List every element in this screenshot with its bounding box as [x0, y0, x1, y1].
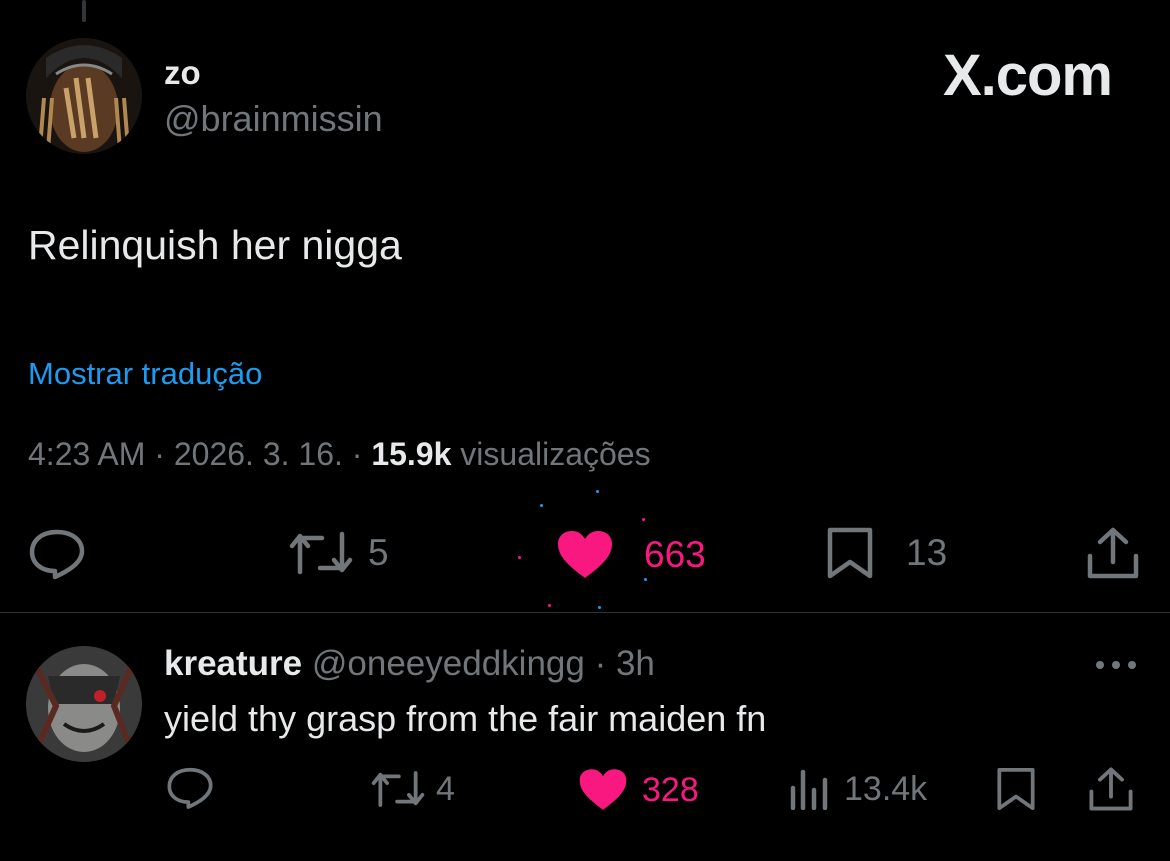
reply-author-avatar[interactable]	[26, 646, 142, 762]
share-icon	[1089, 767, 1133, 811]
reply-like-count: 328	[642, 770, 699, 809]
like-count: 663	[644, 534, 706, 575]
more-button[interactable]	[1094, 658, 1138, 676]
bookmark-icon	[827, 527, 873, 579]
reply-author-handle[interactable]: @oneeyeddkingg	[312, 644, 585, 683]
share-icon	[1087, 527, 1139, 579]
reply-retweet-button[interactable]: 4	[370, 768, 455, 810]
tweet-date[interactable]: 2026. 3. 16.	[174, 436, 343, 472]
reply-bookmark-button[interactable]	[996, 766, 1036, 812]
retweet-icon	[371, 771, 425, 807]
more-icon	[1096, 661, 1136, 669]
reply-time[interactable]: 3h	[616, 644, 655, 683]
heart-icon	[558, 531, 612, 578]
like-particle	[644, 578, 647, 581]
share-button[interactable]	[1086, 526, 1140, 580]
separator: ·	[584, 644, 616, 683]
thread-line	[82, 0, 86, 22]
heart-icon	[579, 769, 627, 810]
like-particle	[596, 490, 599, 493]
tweet-text: Relinquish her nigga	[28, 222, 402, 268]
translate-link[interactable]: Mostrar tradução	[28, 356, 262, 392]
author-handle[interactable]: @brainmissin	[164, 98, 383, 140]
reply-icon	[167, 767, 213, 809]
reply-icon	[29, 529, 85, 580]
reply-header: kreature @oneeyeddkingg · 3h	[164, 644, 655, 684]
reply-button[interactable]	[28, 528, 86, 580]
views-label: visualizações	[460, 436, 651, 472]
brand-watermark: X.com	[942, 43, 1113, 108]
reply-author-name[interactable]: kreature	[164, 644, 302, 683]
like-particle	[598, 606, 601, 609]
like-particle	[642, 518, 645, 521]
separator: ·	[154, 436, 165, 472]
like-button[interactable]: 663	[556, 530, 706, 580]
like-particle	[518, 556, 521, 559]
like-particle	[548, 604, 551, 607]
bookmark-count: 13	[906, 532, 948, 573]
bookmark-button[interactable]: 13	[826, 526, 947, 580]
reply-share-button[interactable]	[1088, 766, 1134, 812]
separator: ·	[351, 436, 363, 472]
author-avatar[interactable]	[26, 38, 142, 154]
reply-views-count: 13.4k	[844, 769, 928, 808]
views-count: 15.9k	[371, 436, 452, 472]
divider	[0, 612, 1170, 613]
reply-reply-button[interactable]	[166, 766, 214, 810]
reply-like-button[interactable]: 328	[578, 768, 699, 812]
tweet-time[interactable]: 4:23 AM	[28, 436, 145, 472]
retweet-count: 5	[368, 532, 389, 573]
reply-text: yield thy grasp from the fair maiden fn	[164, 698, 767, 739]
tweet-meta: 4:23 AM · 2026. 3. 16. · 15.9k visualiza…	[28, 436, 651, 473]
views-icon	[790, 769, 828, 810]
bookmark-icon	[997, 767, 1035, 811]
retweet-button[interactable]: 5	[288, 528, 389, 578]
reply-retweet-count: 4	[436, 769, 455, 808]
reply-views-button[interactable]: 13.4k	[788, 768, 927, 810]
like-particle	[540, 504, 543, 507]
retweet-icon	[289, 531, 353, 575]
author-name[interactable]: zo	[164, 54, 201, 92]
